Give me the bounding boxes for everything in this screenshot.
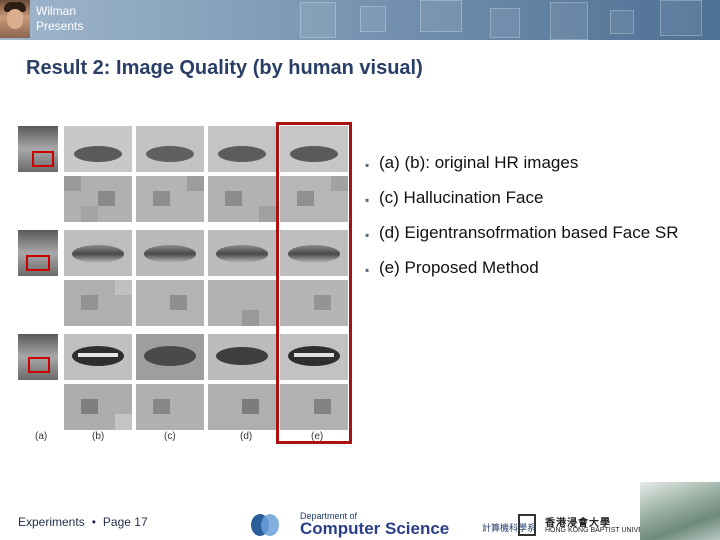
separator-dot: • — [91, 515, 96, 529]
slide-title: Result 2: Image Quality (by human visual… — [26, 57, 423, 79]
column-label-d: (d) — [240, 431, 253, 442]
bullet-text: (a) (b): original HR images — [379, 153, 579, 172]
bullet-text: (d) Eigentransofrmation based Face SR — [379, 223, 679, 242]
presenter-subtitle: Presents — [36, 19, 84, 33]
square-bullet-icon: ▪ — [365, 193, 370, 207]
column-label-e: (e) — [311, 431, 324, 442]
square-bullet-icon: ▪ — [365, 228, 370, 242]
presenter-label: Wilman Presents — [36, 4, 83, 34]
university-logo-icon — [518, 514, 536, 536]
square-bullet-icon: ▪ — [365, 158, 370, 172]
department-logo-icon — [251, 514, 279, 536]
campus-photo — [640, 482, 720, 540]
bullet-text: (c) Hallucination Face — [379, 188, 544, 207]
column-label-a: (a) — [35, 431, 48, 442]
bullet-item: ▪ (d) Eigentransofrmation based Face SR — [365, 222, 710, 246]
department-name: Computer Science — [300, 519, 450, 538]
square-bullet-icon: ▪ — [365, 263, 370, 277]
column-label-b: (b) — [92, 431, 105, 442]
bullet-text: (e) Proposed Method — [379, 258, 539, 277]
bullet-item: ▪ (e) Proposed Method — [365, 257, 710, 281]
presenter-avatar — [0, 0, 30, 38]
proposed-method-highlight — [276, 122, 352, 444]
footer-section: Experiments • Page 17 — [18, 515, 148, 529]
column-label-c: (c) — [164, 431, 176, 442]
bullet-item: ▪ (c) Hallucination Face — [365, 187, 710, 211]
page-number: Page 17 — [102, 515, 148, 529]
section-name: Experiments — [18, 515, 85, 529]
bullet-item: ▪ (a) (b): original HR images — [365, 152, 710, 176]
presenter-name: Wilman — [36, 4, 77, 18]
bullet-list: ▪ (a) (b): original HR images ▪ (c) Hall… — [365, 152, 710, 292]
slide-header: Wilman Presents — [0, 0, 720, 40]
